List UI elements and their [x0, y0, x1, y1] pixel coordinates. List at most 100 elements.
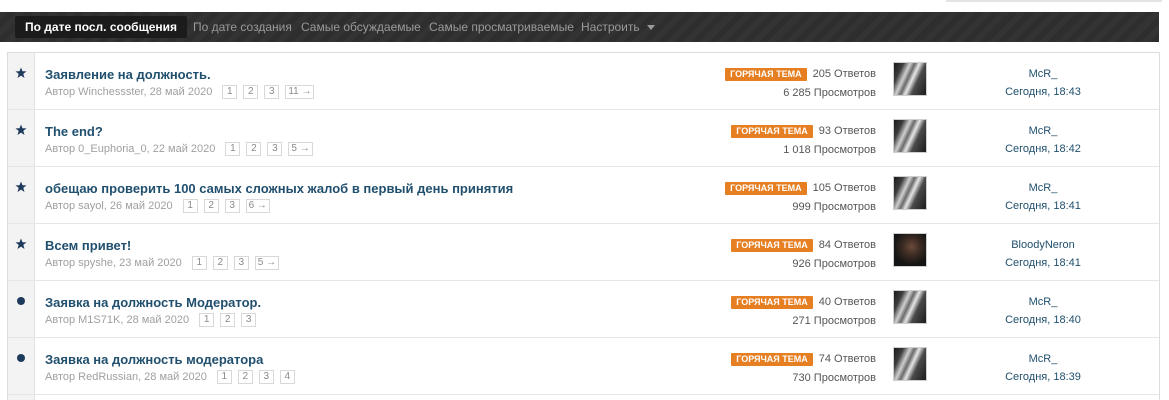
topic-stats: ГОРЯЧАЯ ТЕМА 74 Ответов 730 Просмотров	[731, 352, 876, 385]
topic-row: The end? Автор 0_Euphoria_0, 22 май 2020 1…	[8, 110, 1159, 167]
topic-title-link[interactable]: The end?	[45, 124, 103, 139]
last-post-time-link[interactable]: Сегодня, 18:41	[983, 256, 1103, 271]
page-link[interactable]: 2	[237, 370, 253, 384]
last-poster-avatar[interactable]	[893, 347, 927, 381]
page-link[interactable]: 1	[182, 199, 198, 213]
top-strip	[0, 0, 1169, 12]
avatar-image	[894, 234, 926, 266]
last-post-time-link[interactable]: Сегодня, 18:40	[983, 313, 1103, 328]
last-post-info: McR_ Сегодня, 18:40	[983, 295, 1103, 328]
hot-topic-badge: ГОРЯЧАЯ ТЕМА	[731, 125, 813, 138]
avatar-image	[894, 120, 926, 152]
star-icon	[15, 238, 27, 250]
hot-topic-badge: ГОРЯЧАЯ ТЕМА	[731, 296, 813, 309]
topic-author: Автор spyshe, 23 май 2020	[45, 257, 182, 269]
tab-sort-created[interactable]: По дате создания	[193, 16, 292, 38]
search-box-edge[interactable]	[946, 0, 1162, 2]
avatar-image	[894, 63, 926, 95]
topic-meta: Автор Winchessster, 28 май 2020 1 2 3 11 →	[45, 85, 320, 99]
last-poster-avatar[interactable]	[893, 119, 927, 153]
page-link[interactable]: 1	[199, 313, 215, 327]
topic-row: обещаю проверить 100 самых сложных жалоб…	[8, 167, 1159, 224]
page-link[interactable]: 1	[191, 256, 207, 270]
last-post-time-link[interactable]: Сегодня, 18:41	[983, 199, 1103, 214]
pagination: 123 5 →	[225, 142, 318, 156]
page-link[interactable]: 3	[267, 142, 283, 156]
pagination: 1 2 3 11 →	[222, 85, 320, 99]
topic-meta: Автор sayol, 26 май 2020 1 2 3 6 →	[45, 199, 276, 213]
tab-customize[interactable]: Настроить	[581, 16, 655, 38]
last-post-info: McR_ Сегодня, 18:41	[983, 181, 1103, 214]
page-link[interactable]: 6 →	[245, 199, 270, 213]
views-count: 730 Просмотров	[792, 372, 876, 384]
replies-count: 84 Ответов	[818, 239, 876, 251]
hot-topic-badge: ГОРЯЧАЯ ТЕМА	[725, 182, 807, 195]
customize-label: Настроить	[581, 20, 640, 34]
last-post-time-link[interactable]: Сегодня, 18:39	[983, 370, 1103, 385]
hot-topic-badge: ГОРЯЧАЯ ТЕМА	[725, 68, 807, 81]
page-link[interactable]: 3	[224, 199, 240, 213]
replies-count: 105 Ответов	[812, 182, 876, 194]
topic-author: Автор sayol, 26 май 2020	[45, 200, 173, 212]
last-post-author-link[interactable]: McR_	[983, 124, 1103, 139]
last-post-author-link[interactable]: McR_	[983, 295, 1103, 310]
last-poster-avatar[interactable]	[893, 62, 927, 96]
star-icon	[15, 124, 27, 136]
topic-meta: Автор 0_Euphoria_0, 22 май 2020 1 2 3 5 →	[45, 142, 319, 156]
page-link[interactable]: 4	[279, 370, 295, 384]
topic-title-link[interactable]: Заявка на должность модератора	[45, 352, 263, 367]
page-link[interactable]: 2	[203, 199, 219, 213]
last-post-author-link[interactable]: BloodyNeron	[983, 238, 1103, 253]
last-post-author-link[interactable]: McR_	[983, 352, 1103, 367]
page-link[interactable]: 1	[225, 142, 241, 156]
topic-meta: Автор spyshe, 23 май 2020 1 2 3 5 →	[45, 256, 285, 270]
last-poster-avatar[interactable]	[893, 176, 927, 210]
tab-sort-most-viewed[interactable]: Самые просматриваемые	[429, 16, 574, 38]
pagination: 123 5 →	[191, 256, 285, 270]
page-link[interactable]: 3	[241, 313, 257, 327]
page-link[interactable]: 5 →	[254, 256, 280, 270]
tab-sort-most-discussed[interactable]: Самые обсуждаемые	[301, 16, 421, 38]
page-link[interactable]: 11 →	[285, 85, 315, 99]
last-post-author-link[interactable]: McR_	[983, 67, 1103, 82]
last-poster-avatar[interactable]	[893, 233, 927, 267]
topic-author: Автор 0_Euphoria_0, 22 май 2020	[45, 143, 216, 155]
views-count: 926 Просмотров	[792, 258, 876, 270]
page-link[interactable]: 2	[212, 256, 228, 270]
last-post-info: McR_ Сегодня, 18:42	[983, 124, 1103, 157]
last-poster-avatar[interactable]	[893, 290, 927, 324]
star-icon	[15, 67, 27, 79]
page-link[interactable]: 1	[216, 370, 232, 384]
topic-stats: ГОРЯЧАЯ ТЕМА 205 Ответов 6 285 Просмотров	[725, 67, 876, 100]
topic-title-link[interactable]: Заявление на должность.	[45, 67, 211, 82]
avatar-image	[894, 291, 926, 323]
last-post-author-link[interactable]: McR_	[983, 181, 1103, 196]
replies-count: 93 Ответов	[818, 125, 876, 137]
views-count: 999 Просмотров	[792, 201, 876, 213]
page-link[interactable]: 5 →	[288, 142, 313, 156]
tab-sort-last-post[interactable]: По дате посл. сообщения	[15, 16, 188, 38]
last-post-time-link[interactable]: Сегодня, 18:43	[983, 85, 1103, 100]
topic-title-link[interactable]: Заявка на должность Модератор.	[45, 295, 261, 310]
page-link[interactable]: 2	[220, 313, 236, 327]
topic-title-link[interactable]: Всем привет!	[45, 238, 131, 253]
replies-count: 74 Ответов	[818, 353, 876, 365]
pagination: 1234	[216, 370, 301, 384]
page-link[interactable]: 3	[233, 256, 249, 270]
page-link[interactable]: 2	[243, 85, 259, 99]
dot-icon	[15, 295, 27, 307]
topic-stats: ГОРЯЧАЯ ТЕМА 105 Ответов 999 Просмотров	[725, 181, 876, 214]
page-link[interactable]: 3	[258, 370, 274, 384]
page-link[interactable]: 3	[264, 85, 280, 99]
topic-stats: ГОРЯЧАЯ ТЕМА 40 Ответов 271 Просмотров	[731, 295, 876, 328]
page-link[interactable]: 1	[222, 85, 238, 99]
topic-row: Заявление на должность. Автор Winchessste…	[8, 53, 1159, 110]
last-post-time-link[interactable]: Сегодня, 18:42	[983, 142, 1103, 157]
topic-author: Автор M1S71K, 28 май 2020	[45, 314, 190, 326]
topic-title-link[interactable]: обещаю проверить 100 самых сложных жалоб…	[45, 181, 513, 196]
page-link[interactable]: 2	[246, 142, 262, 156]
views-count: 6 285 Просмотров	[783, 87, 876, 99]
topic-row: Заявка на должность Модератор. Автор M1S7…	[8, 281, 1159, 338]
pagination: 123 6 →	[182, 199, 276, 213]
replies-count: 40 Ответов	[818, 296, 876, 308]
